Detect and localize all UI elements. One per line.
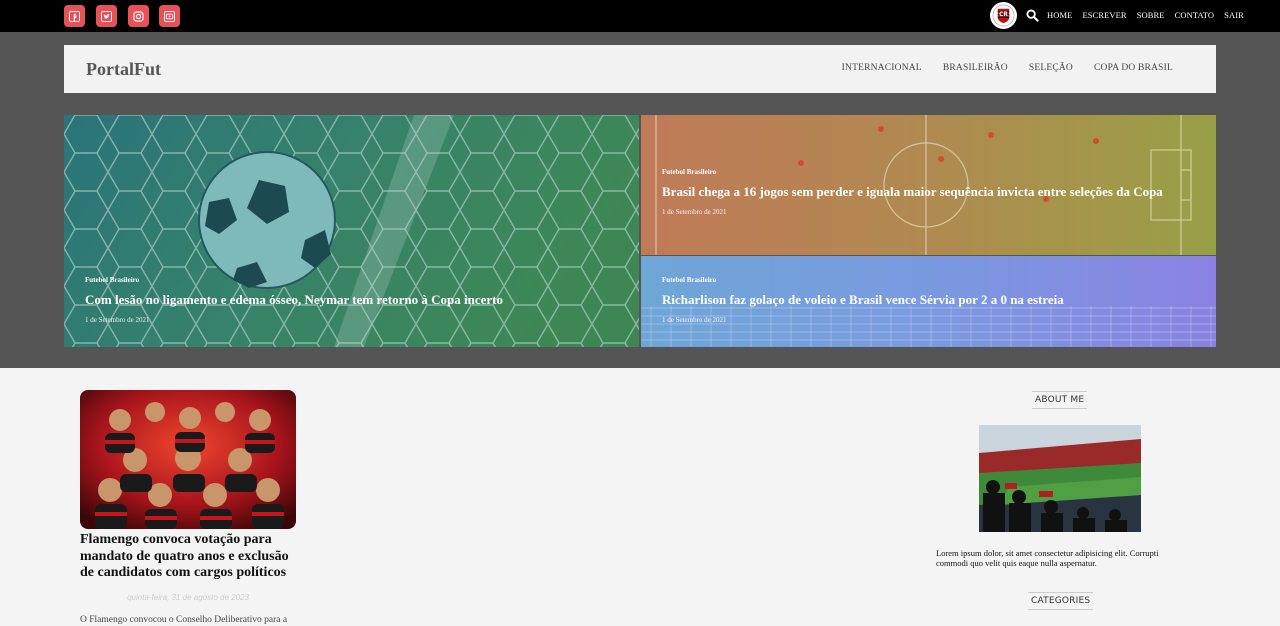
nav-sair[interactable]: SAIR xyxy=(1224,10,1244,20)
featured-card-top[interactable]: Futebol Brasileiro Brasil chega a 16 jog… xyxy=(641,115,1216,255)
card-category[interactable]: Futebol Brasileiro xyxy=(662,168,1163,176)
main-nav: INTERNACIONAL BRASILEIRÃO SELEÇÃO COPA D… xyxy=(842,63,1173,73)
twitter-icon[interactable] xyxy=(96,5,117,27)
card-title[interactable]: Com lesão no ligamento e edema ósseo, Ne… xyxy=(85,292,503,308)
featured-card-bottom[interactable]: Futebol Brasileiro Richarlison faz golaç… xyxy=(641,256,1216,347)
nav-brasileirao[interactable]: BRASILEIRÃO xyxy=(943,63,1008,73)
nav-sobre[interactable]: SOBRE xyxy=(1137,10,1165,20)
youtube-icon[interactable] xyxy=(159,5,180,27)
post-excerpt: O Flamengo convocou o Conselho Deliberat… xyxy=(80,615,288,625)
nav-home[interactable]: HOME xyxy=(1047,10,1072,20)
nav-escrever[interactable]: ESCREVER xyxy=(1082,10,1126,20)
post-image[interactable] xyxy=(80,390,296,529)
card-date: 1 de Setembro de 2021 xyxy=(662,316,727,324)
featured-card-main[interactable]: Futebol Brasileiro Com lesão no ligament… xyxy=(64,115,639,347)
flamengo-team-image xyxy=(80,390,296,529)
nav-selecao[interactable]: SELEÇÃO xyxy=(1029,63,1073,73)
user-avatar[interactable]: CR xyxy=(990,2,1017,29)
nav-internacional[interactable]: INTERNACIONAL xyxy=(842,63,922,73)
about-text: Lorem ipsum dolor, sit amet consectetur … xyxy=(936,548,1159,568)
top-nav: HOME ESCREVER SOBRE CONTATO SAIR xyxy=(1047,10,1244,20)
site-header: PortalFut INTERNACIONAL BRASILEIRÃO SELE… xyxy=(64,45,1216,93)
facebook-icon[interactable] xyxy=(64,5,85,27)
about-heading: ABOUT ME xyxy=(1032,391,1088,409)
post-title[interactable]: Flamengo convoca votação para mandato de… xyxy=(80,532,300,582)
card-category[interactable]: Futebol Brasileiro xyxy=(85,276,503,284)
card-title[interactable]: Brasil chega a 16 jogos sem perder e igu… xyxy=(662,184,1163,200)
stadium-crowd-image xyxy=(979,425,1141,532)
nav-contato[interactable]: CONTATO xyxy=(1175,10,1215,20)
card-title[interactable]: Richarlison faz golaço de voleio e Brasi… xyxy=(662,292,1064,308)
site-logo[interactable]: PortalFut xyxy=(86,59,161,80)
instagram-icon[interactable] xyxy=(128,5,149,27)
svg-text:CR: CR xyxy=(999,12,1008,18)
card-date: 1 de Setembro de 2021 xyxy=(85,316,150,324)
nav-copa-do-brasil[interactable]: COPA DO BRASIL xyxy=(1094,63,1173,73)
top-bar: CR HOME ESCREVER SOBRE CONTATO SAIR xyxy=(0,0,1280,32)
card-date: 1 de Setembro de 2021 xyxy=(662,208,727,216)
categories-heading: CATEGORIES xyxy=(1028,592,1094,610)
post-date: quinta-feira, 31 de agosto de 2023 xyxy=(127,593,249,602)
flamengo-crest-icon: CR xyxy=(992,4,1015,27)
card-category[interactable]: Futebol Brasileiro xyxy=(662,276,1064,284)
search-icon[interactable] xyxy=(1026,9,1039,22)
about-image xyxy=(979,425,1141,532)
